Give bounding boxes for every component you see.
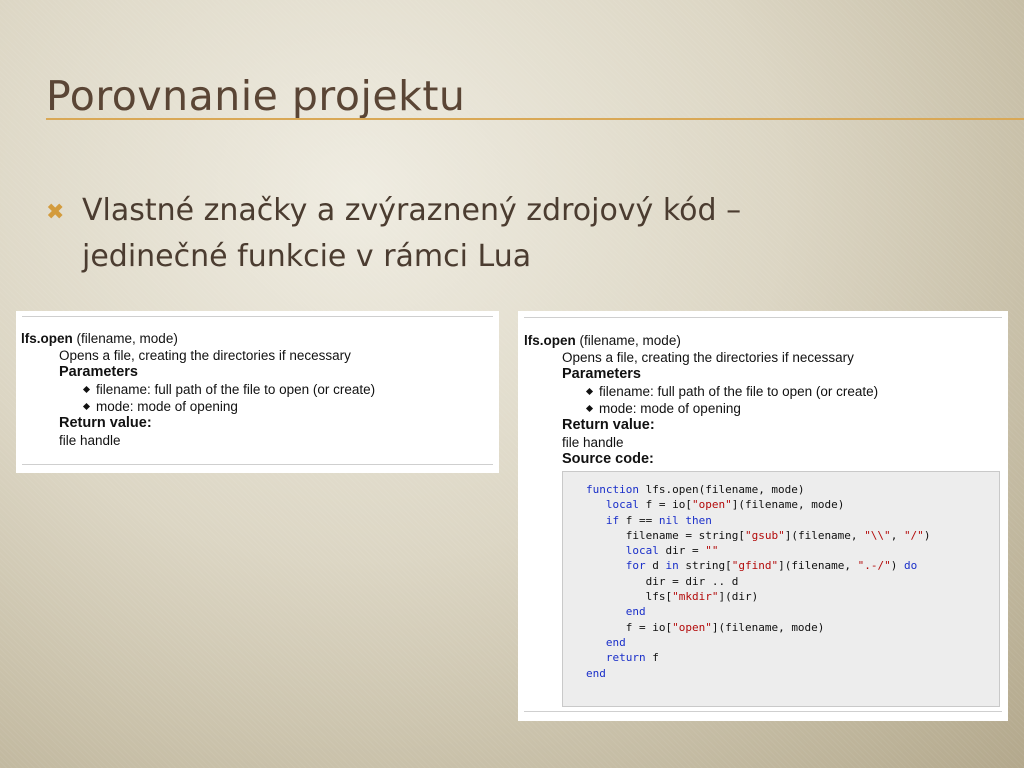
return-heading: Return value: — [562, 417, 655, 433]
x-mark-icon: ✖ — [46, 200, 65, 225]
code-text: ](dir) — [718, 590, 759, 604]
function-signature: lfs.open (filename, mode) — [21, 330, 375, 347]
code-string: "\\" — [864, 528, 891, 542]
panel-rule-top — [22, 316, 493, 317]
bullet-text: Vlastné značky a zvýraznený zdrojový kód… — [82, 193, 742, 274]
panel-rule-bottom — [524, 711, 1002, 712]
code-text: ](filename, — [784, 528, 865, 542]
code-text: , — [890, 528, 904, 542]
code-keyword: end — [586, 666, 606, 680]
parameter-item: mode: mode of opening — [21, 398, 375, 415]
function-name: lfs.open — [21, 331, 73, 346]
code-line: function lfs.open(filename, mode) — [563, 482, 999, 497]
code-text: f = io[ — [586, 620, 673, 634]
code-keyword: return — [605, 651, 646, 665]
code-string: "/" — [903, 528, 924, 542]
code-text: ](filename, mode) — [711, 620, 825, 634]
code-text: ) — [890, 559, 904, 573]
code-string: "gfind" — [731, 559, 779, 573]
code-keyword: if — [605, 513, 620, 527]
code-keyword: local — [605, 498, 639, 512]
parameter-item: filename: full path of the file to open … — [21, 381, 375, 398]
code-line: lfs["mkdir"](dir) — [563, 589, 999, 604]
code-text: ](filename, mode) — [731, 498, 845, 512]
code-text: filename = string[ — [586, 528, 745, 542]
code-line: dir = dir .. d — [563, 574, 999, 589]
parameters-heading: Parameters — [562, 366, 641, 382]
code-string: "gsub" — [744, 528, 785, 542]
code-text: dir = dir .. d — [586, 574, 739, 588]
return-value: file handle — [562, 435, 624, 450]
return-heading: Return value: — [59, 415, 152, 431]
code-text: ) — [923, 528, 931, 542]
code-line: end — [563, 635, 999, 650]
code-text: f == — [619, 513, 659, 527]
code-line: for d in string["gfind"](filename, ".-/"… — [563, 558, 999, 573]
code-keyword: do — [903, 559, 918, 573]
function-params: (filename, mode) — [579, 333, 681, 348]
code-keyword: local — [625, 544, 659, 558]
bullet-dot-icon — [82, 385, 91, 393]
code-line: end — [563, 604, 999, 619]
code-text: f — [645, 651, 659, 665]
code-string: ".-/" — [857, 559, 891, 573]
code-line: local f = io["open"](filename, mode) — [563, 497, 999, 512]
code-text: dir = — [658, 544, 706, 558]
code-line: end — [563, 666, 999, 681]
slide-title: Porovnanie projektu — [46, 72, 466, 120]
doc-body-left: lfs.open (filename, mode) Opens a file, … — [21, 330, 375, 449]
doc-body-right: lfs.open (filename, mode) Opens a file, … — [524, 332, 878, 468]
code-text: f = io[ — [639, 498, 692, 512]
code-keyword: end — [605, 635, 626, 649]
code-keyword: then — [685, 513, 712, 527]
code-line: filename = string["gsub"](filename, "\\"… — [563, 528, 999, 543]
code-line: return f — [563, 650, 999, 665]
code-text: lfs[ — [586, 590, 673, 604]
code-line: local dir = "" — [563, 543, 999, 558]
panel-rule-bottom — [22, 464, 493, 465]
code-string: "mkdir" — [672, 590, 719, 604]
panel-rule-top — [524, 317, 1002, 318]
doc-panel-right: lfs.open (filename, mode) Opens a file, … — [518, 311, 1008, 721]
source-code-heading: Source code: — [562, 451, 654, 467]
code-keyword: in — [665, 559, 679, 573]
code-string: "open" — [672, 620, 712, 634]
code-line: f = io["open"](filename, mode) — [563, 620, 999, 635]
code-keyword: nil — [658, 513, 679, 527]
code-keyword: for — [625, 559, 646, 573]
doc-panel-left: lfs.open (filename, mode) Opens a file, … — [16, 311, 499, 473]
function-params: (filename, mode) — [76, 331, 178, 346]
code-text: lfs.open(filename, mode) — [638, 483, 805, 496]
source-code-block: function lfs.open(filename, mode) local … — [562, 471, 1000, 707]
return-value: file handle — [59, 433, 121, 448]
code-keyword: end — [625, 605, 646, 619]
function-signature: lfs.open (filename, mode) — [524, 332, 878, 349]
bullet-dot-icon — [82, 402, 91, 410]
code-text: d — [645, 559, 666, 573]
code-text: string[ — [678, 559, 732, 573]
parameter-item: mode: mode of opening — [524, 400, 878, 417]
function-description: Opens a file, creating the directories i… — [562, 350, 854, 365]
parameters-heading: Parameters — [59, 364, 138, 380]
function-name: lfs.open — [524, 333, 576, 348]
code-line: if f == nil then — [563, 513, 999, 528]
title-underline — [46, 118, 1024, 120]
code-string: "" — [705, 544, 719, 558]
code-text: ](filename, — [778, 559, 858, 573]
code-keyword: function — [586, 483, 639, 496]
function-description: Opens a file, creating the directories i… — [59, 348, 351, 363]
bullet-dot-icon — [585, 387, 594, 395]
code-string: "open" — [691, 498, 732, 512]
parameter-item: filename: full path of the file to open … — [524, 383, 878, 400]
bullet-dot-icon — [585, 404, 594, 412]
